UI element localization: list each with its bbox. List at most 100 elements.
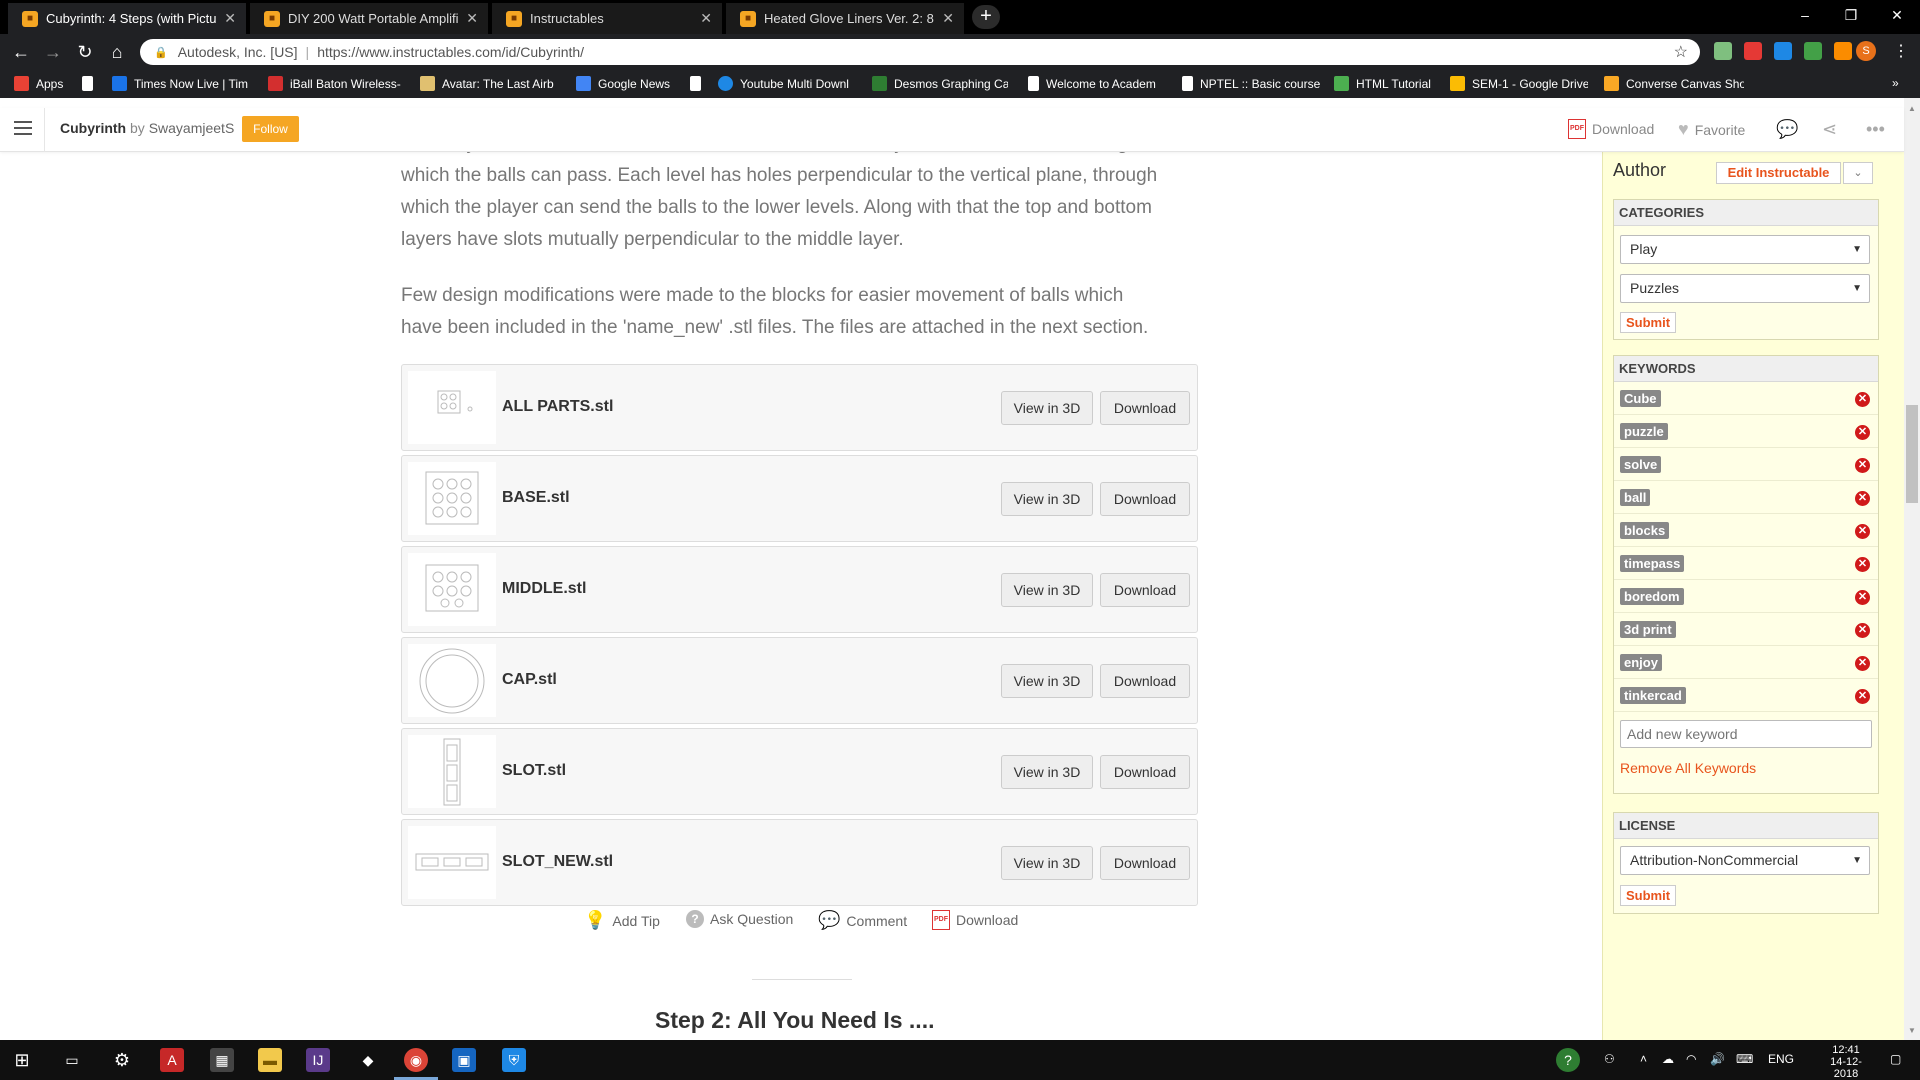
view-in-3d-button[interactable]: View in 3D bbox=[1001, 482, 1093, 516]
file-download-button[interactable]: Download bbox=[1100, 846, 1190, 880]
more-options-icon[interactable]: ••• bbox=[1866, 119, 1885, 140]
file-download-button[interactable]: Download bbox=[1100, 482, 1190, 516]
people-icon[interactable]: ⚇ bbox=[1604, 1052, 1615, 1066]
remove-keyword-icon[interactable]: ✕ bbox=[1855, 458, 1870, 473]
bookmark-youtube-downloader[interactable]: Youtube Multi Downl bbox=[718, 76, 854, 91]
bookmark-academy[interactable]: Welcome to Academ bbox=[1028, 76, 1164, 91]
bookmark-converse[interactable]: Converse Canvas Sho bbox=[1604, 76, 1744, 91]
scrollbar-thumb[interactable] bbox=[1906, 405, 1918, 503]
volume-icon[interactable]: 🔊 bbox=[1710, 1052, 1725, 1066]
hamburger-menu-icon[interactable] bbox=[14, 121, 32, 135]
cloud-icon[interactable]: ☁ bbox=[1662, 1052, 1674, 1066]
remove-keyword-icon[interactable]: ✕ bbox=[1855, 557, 1870, 572]
file-thumbnail[interactable] bbox=[408, 553, 496, 626]
scroll-up-arrow-icon[interactable]: ▲ bbox=[1906, 104, 1918, 113]
scroll-down-arrow-icon[interactable]: ▼ bbox=[1906, 1026, 1918, 1035]
view-in-3d-button[interactable]: View in 3D bbox=[1001, 573, 1093, 607]
chevron-down-icon[interactable]: ⌄ bbox=[1843, 162, 1873, 184]
close-tab-icon[interactable]: ✕ bbox=[700, 10, 712, 27]
bookmark-avatar[interactable]: Avatar: The Last Airb bbox=[420, 76, 560, 91]
task-view-icon[interactable]: ▭ bbox=[60, 1048, 84, 1072]
extension-icon[interactable] bbox=[1744, 42, 1762, 60]
more-bookmarks-icon[interactable]: » bbox=[1892, 76, 1899, 90]
new-tab-button[interactable]: + bbox=[972, 5, 1000, 29]
chrome-icon[interactable]: ◉ bbox=[404, 1048, 428, 1072]
add-keyword-input[interactable] bbox=[1620, 720, 1872, 748]
tray-chevron-icon[interactable]: ˄ bbox=[1640, 1052, 1647, 1066]
author-link[interactable]: SwayamjeetS bbox=[149, 120, 235, 136]
bookmark-html-tutorial[interactable]: HTML Tutorial bbox=[1334, 76, 1431, 91]
settings-gear-icon[interactable]: ⚙ bbox=[110, 1048, 134, 1072]
remove-keyword-icon[interactable]: ✕ bbox=[1855, 689, 1870, 704]
file-thumbnail[interactable] bbox=[408, 735, 496, 808]
file-name[interactable]: BASE.stl bbox=[502, 489, 570, 507]
header-download-button[interactable]: PDF Download bbox=[1568, 119, 1654, 139]
file-thumbnail[interactable] bbox=[408, 826, 496, 899]
bookmark-times-now[interactable]: Times Now Live | Tim bbox=[112, 76, 254, 91]
edit-instructable-button[interactable]: Edit Instructable bbox=[1716, 162, 1841, 184]
remove-keyword-icon[interactable]: ✕ bbox=[1855, 392, 1870, 407]
tab-amplifier[interactable]: ■ DIY 200 Watt Portable Amplifier ✕ bbox=[250, 3, 488, 34]
address-bar[interactable]: 🔒 Autodesk, Inc. [US] | https://www.inst… bbox=[140, 39, 1700, 65]
share-icon[interactable]: ⋖ bbox=[1822, 119, 1837, 140]
file-download-button[interactable]: Download bbox=[1100, 664, 1190, 698]
bookmark-google-news[interactable]: Google News bbox=[576, 76, 670, 91]
file-name[interactable]: CAP.stl bbox=[502, 671, 557, 689]
app-window-icon[interactable]: ▣ bbox=[452, 1048, 476, 1072]
bookmark-google-drive[interactable]: SEM-1 - Google Drive bbox=[1450, 76, 1588, 91]
bookmark-blank[interactable] bbox=[690, 76, 708, 91]
defender-shield-icon[interactable]: ⛨ bbox=[502, 1048, 526, 1072]
extension-icon[interactable] bbox=[1774, 42, 1792, 60]
comments-icon[interactable]: 💬 bbox=[1776, 119, 1798, 140]
remove-keyword-icon[interactable]: ✕ bbox=[1855, 623, 1870, 638]
license-select[interactable]: Attribution-NonCommercial ▼ bbox=[1620, 846, 1870, 875]
view-in-3d-button[interactable]: View in 3D bbox=[1001, 755, 1093, 789]
bookmark-nptel[interactable]: NPTEL :: Basic course bbox=[1182, 76, 1320, 91]
close-tab-icon[interactable]: ✕ bbox=[942, 10, 954, 27]
bookmark-blank[interactable] bbox=[82, 76, 100, 91]
file-name[interactable]: SLOT.stl bbox=[502, 762, 566, 780]
remove-keyword-icon[interactable]: ✕ bbox=[1855, 524, 1870, 539]
reload-icon[interactable]: ↻ bbox=[74, 41, 96, 63]
remove-all-keywords-link[interactable]: Remove All Keywords bbox=[1620, 760, 1756, 776]
view-in-3d-button[interactable]: View in 3D bbox=[1001, 846, 1093, 880]
project-name[interactable]: Cubyrinth bbox=[60, 120, 126, 136]
tab-cubyrinth[interactable]: ■ Cubyrinth: 4 Steps (with Pictures) ✕ bbox=[8, 3, 246, 34]
categories-submit-button[interactable]: Submit bbox=[1620, 312, 1677, 333]
file-name[interactable]: SLOT_NEW.stl bbox=[502, 853, 613, 871]
extension-icon[interactable] bbox=[1714, 42, 1732, 60]
add-tip-button[interactable]: 💡 Add Tip bbox=[584, 910, 660, 931]
close-window-button[interactable]: ✕ bbox=[1874, 0, 1920, 30]
forward-arrow-icon[interactable]: → bbox=[42, 41, 64, 63]
wifi-icon[interactable]: ◠ bbox=[1686, 1052, 1696, 1066]
file-thumbnail[interactable] bbox=[408, 644, 496, 717]
file-download-button[interactable]: Download bbox=[1100, 391, 1190, 425]
tab-instructables[interactable]: ■ Instructables ✕ bbox=[492, 3, 722, 34]
tab-glove-liners[interactable]: ■ Heated Glove Liners Ver. 2: 8 Step ✕ bbox=[726, 3, 964, 34]
follow-button[interactable]: Follow bbox=[242, 116, 299, 142]
language-indicator[interactable]: ENG bbox=[1768, 1052, 1794, 1066]
unity-icon[interactable]: ◆ bbox=[356, 1048, 380, 1072]
minimize-button[interactable]: – bbox=[1782, 0, 1828, 30]
bookmark-apps[interactable]: Apps bbox=[14, 76, 63, 91]
back-arrow-icon[interactable]: ← bbox=[10, 41, 32, 63]
file-thumbnail[interactable] bbox=[408, 371, 496, 444]
comment-button[interactable]: 💬 Comment bbox=[818, 910, 907, 931]
bookmark-desmos[interactable]: Desmos Graphing Ca bbox=[872, 76, 1008, 91]
remove-keyword-icon[interactable]: ✕ bbox=[1855, 590, 1870, 605]
channel-select[interactable]: Puzzles ▼ bbox=[1620, 274, 1870, 303]
extension-icon[interactable] bbox=[1804, 42, 1822, 60]
notifications-icon[interactable]: ▢ bbox=[1890, 1052, 1901, 1066]
file-name[interactable]: MIDDLE.stl bbox=[502, 580, 586, 598]
restore-button[interactable]: ❐ bbox=[1828, 0, 1874, 30]
scrollbar-track[interactable] bbox=[1904, 98, 1920, 1040]
profile-avatar[interactable]: S bbox=[1856, 41, 1876, 61]
file-download-button[interactable]: Download bbox=[1100, 573, 1190, 607]
category-select[interactable]: Play ▼ bbox=[1620, 235, 1870, 264]
close-tab-icon[interactable]: ✕ bbox=[466, 10, 478, 27]
keyboard-icon[interactable]: ⌨ bbox=[1736, 1052, 1753, 1066]
calculator-icon[interactable]: ▦ bbox=[210, 1048, 234, 1072]
home-icon[interactable]: ⌂ bbox=[106, 41, 128, 63]
license-submit-button[interactable]: Submit bbox=[1620, 885, 1677, 906]
bookmark-iball[interactable]: iBall Baton Wireless- bbox=[268, 76, 404, 91]
